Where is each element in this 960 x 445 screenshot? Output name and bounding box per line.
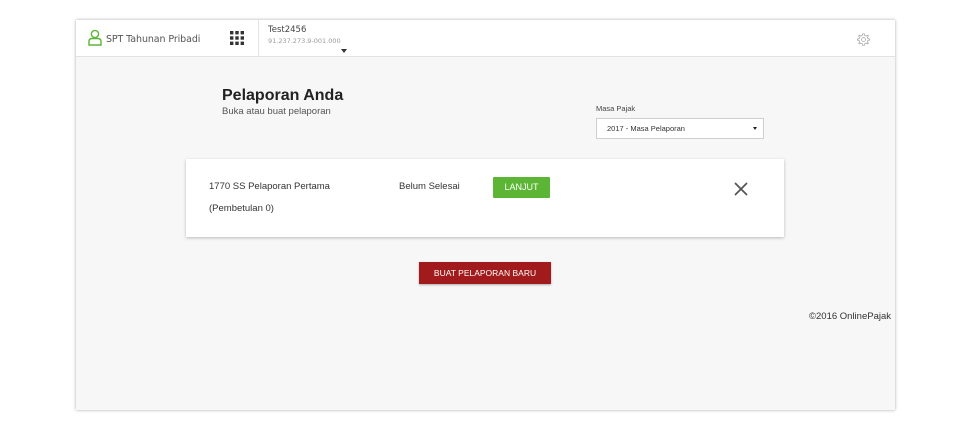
new-report-button[interactable]: BUAT PELAPORAN BARU bbox=[419, 262, 551, 284]
topbar-divider bbox=[258, 20, 259, 56]
report-card: 1770 SS Pelaporan Pertama (Pembetulan 0)… bbox=[186, 159, 784, 237]
continue-button[interactable]: LANJUT bbox=[493, 177, 550, 198]
page-subtitle: Buka atau buat pelaporan bbox=[222, 106, 331, 117]
gear-icon[interactable] bbox=[857, 31, 870, 50]
app-title: SPT Tahunan Pribadi bbox=[106, 34, 201, 45]
app-window: SPT Tahunan Pribadi Test2456 91.237.273.… bbox=[76, 20, 895, 410]
masa-pajak-value: 2017 - Masa Pelaporan bbox=[607, 124, 685, 133]
report-status: Belum Selesai bbox=[399, 181, 460, 192]
apps-grid-icon[interactable] bbox=[230, 30, 244, 45]
top-bar: SPT Tahunan Pribadi Test2456 91.237.273.… bbox=[76, 20, 895, 57]
page-title: Pelaporan Anda bbox=[222, 87, 344, 104]
close-icon[interactable] bbox=[734, 181, 748, 196]
report-revision: (Pembetulan 0) bbox=[209, 203, 274, 214]
account-switcher[interactable]: Test2456 91.237.273.9-001.000 bbox=[268, 25, 347, 53]
account-name: Test2456 bbox=[268, 25, 307, 35]
footer-copyright: ©2016 OnlinePajak bbox=[809, 311, 891, 322]
app-brand[interactable]: SPT Tahunan Pribadi bbox=[88, 29, 200, 50]
caret-down-icon bbox=[341, 38, 347, 57]
masa-pajak-select[interactable]: 2017 - Masa Pelaporan bbox=[596, 118, 764, 139]
masa-pajak-label: Masa Pajak bbox=[596, 104, 636, 113]
dropdown-caret-icon bbox=[753, 127, 757, 130]
account-npwp: 91.237.273.9-001.000 bbox=[268, 37, 341, 45]
user-icon bbox=[88, 29, 102, 50]
report-title: 1770 SS Pelaporan Pertama bbox=[209, 181, 330, 192]
